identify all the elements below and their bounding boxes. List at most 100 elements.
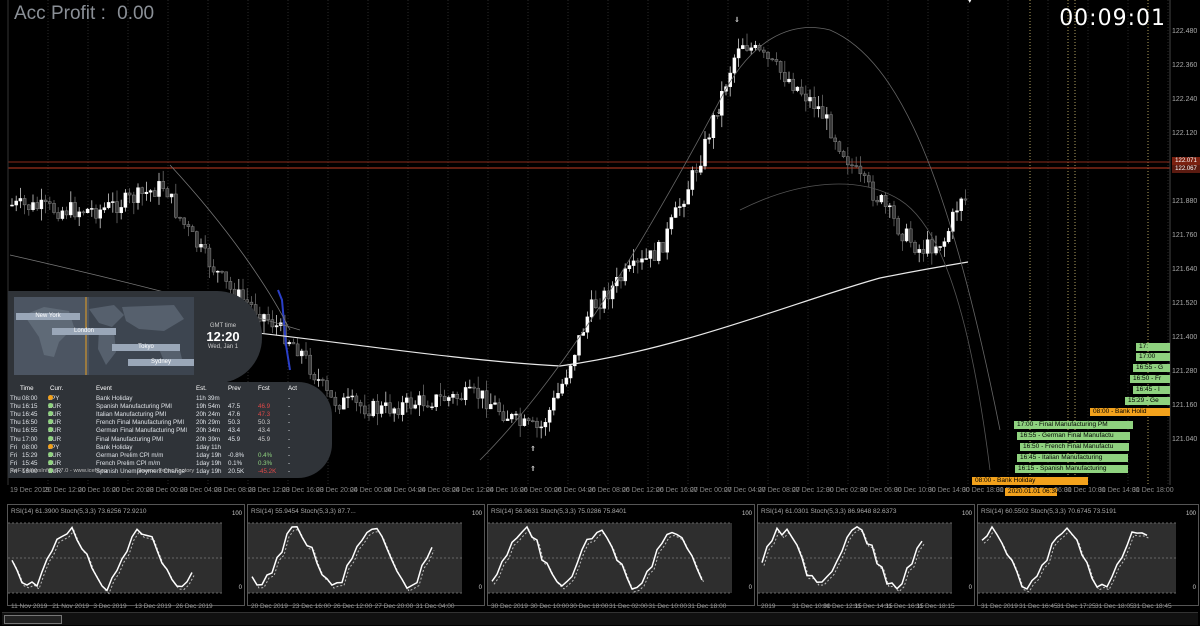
candle-body (774, 59, 779, 62)
candle-body (304, 350, 308, 356)
news-event-badge[interactable]: 16:50 - Fr (1130, 375, 1170, 383)
candle-body (274, 325, 279, 328)
scrollbar-thumb[interactable] (4, 615, 62, 624)
fractal-down-arrow-icon: ⇓ (716, 109, 722, 116)
candle-body (594, 299, 598, 309)
candle-body (144, 191, 149, 194)
subpane-date-label: 30 Dec 2019 (491, 603, 528, 610)
subpane-date-label: 31 Dec 02:00 (609, 603, 648, 610)
candle-body (426, 405, 430, 408)
indicator-level-label: 100 (961, 511, 972, 517)
news-day: Thu (10, 427, 21, 435)
candle-body (430, 406, 434, 409)
news-est: 19h 54m (196, 403, 221, 411)
candle-body (741, 45, 745, 49)
candle-body (27, 204, 31, 210)
candle-body (39, 199, 44, 210)
candle-body (736, 48, 741, 59)
news-table-row[interactable]: Thu 17:00 Final Manufacturing PMI 20h 39m 45… (8, 435, 308, 444)
candle-body (921, 249, 926, 254)
news-event: Bank Holiday (96, 395, 133, 402)
candle-body (442, 395, 447, 401)
subpane-date-label: 31 Dec 04:00 (415, 603, 455, 610)
news-prev: 50.3 (228, 419, 241, 427)
candle-body (153, 190, 157, 197)
news-table-row[interactable]: Thu 16:15 Spanish Manufacturing PMI 19h 54m… (8, 403, 308, 411)
candle-body (661, 241, 665, 253)
candle-body (22, 198, 27, 206)
news-event-badge[interactable]: 16:15 - Spanish Manufacturing (1015, 465, 1128, 473)
news-table-row[interactable]: Fri 15:29 German Prelim CPI m/m 1day 19h -0.… (8, 451, 308, 460)
stochastic-svg (978, 522, 1176, 594)
candle-body (115, 201, 119, 214)
candle-body (379, 405, 384, 414)
news-table-row[interactable]: Fri 15:45 French Prelim CPI m/m 1day 19h 0.1… (8, 459, 308, 468)
indicator-subpane[interactable]: RSI(14) 55.9454 Stoch(5,3,3) 87.7... 100 0… (247, 504, 485, 610)
col-time: Time (20, 385, 34, 392)
subpane-date-label: 30 Dec 10:00 (530, 603, 569, 610)
candle-body (543, 422, 548, 428)
scroll-marker-icon[interactable]: ▾ (968, 0, 972, 5)
indicator-label: RSI(14) 61.3900 Stoch(5,3,3) 73.6256 72.… (11, 508, 147, 515)
news-est: 20h 34m (196, 427, 221, 435)
horizontal-scrollbar[interactable] (2, 612, 1198, 625)
news-event-badge[interactable]: 17:00 (1136, 353, 1170, 361)
indicator-level-label: 0 (478, 585, 482, 591)
news-event-badge[interactable]: 17: (1136, 343, 1170, 351)
candle-body (795, 86, 800, 91)
news-prev: 47.6 (228, 411, 241, 419)
candle-body (421, 395, 426, 407)
news-table-row[interactable]: Thu 08:00 Bank Holiday 11h 39m - JPY (8, 395, 308, 403)
news-event: Final Manufacturing PMI (96, 435, 164, 443)
news-prev: 0.1% (228, 459, 243, 467)
news-event-badge[interactable]: 16:55 - G (1133, 364, 1170, 372)
indicator-subpane[interactable]: RSI(14) 56.9631 Stoch(5,3,3) 75.0286 75.… (487, 504, 755, 610)
news-event-badge[interactable]: 16:50 - French Final Manufactu (1020, 443, 1129, 451)
candle-body (732, 57, 737, 74)
candle-body (951, 211, 955, 232)
indicator-subpane[interactable]: RSI(14) 61.0301 Stoch(5,3,3) 86.9648 82.… (757, 504, 975, 610)
candle-body (321, 379, 325, 381)
indicator-subpane[interactable]: RSI(14) 60.5502 Stoch(5,3,3) 70.6745 73.… (977, 504, 1199, 610)
news-event-badge[interactable]: 16:45 - I (1133, 386, 1170, 394)
news-event-badge[interactable]: 08:00 - Bank Holiday (972, 477, 1088, 485)
news-table-row[interactable]: Thu 16:45 Italian Manufacturing PMI 20h 24m… (8, 411, 308, 419)
news-event-badge[interactable]: 2020.01.01 06:30 (1005, 488, 1057, 496)
news-event: French Final Manufacturing PMI (96, 419, 185, 427)
candle-body (799, 86, 804, 95)
news-table-row[interactable]: Fri 08:00 Bank Holiday 1day 11h - JPY (8, 443, 308, 452)
candle-body (77, 211, 81, 218)
candle-body (388, 402, 392, 414)
news-est: 20h 29m (196, 419, 221, 427)
news-fcst: 0.4% (258, 451, 273, 459)
news-table-row[interactable]: Thu 16:50 French Final Manufacturing PMI 20… (8, 419, 308, 427)
candle-body (925, 239, 930, 254)
candle-body (56, 212, 60, 219)
news-event-badge[interactable]: 08:00 - Bank Holid (1090, 408, 1170, 416)
candle-body (228, 281, 233, 290)
news-event-badge[interactable]: 16:55 - German Final Manufactu (1017, 432, 1130, 440)
candle-body (934, 246, 938, 254)
currency-dot-icon (48, 443, 53, 449)
subpane-date-label: 27 Dec 20:00 (374, 603, 414, 610)
candle-body (749, 47, 753, 51)
news-event-badge[interactable]: 15:29 - Ge (1125, 397, 1170, 405)
candle-body (900, 233, 905, 242)
news-event-badge[interactable]: 17:00 - Final Manufacturing PM (1014, 421, 1133, 429)
candle-body (308, 354, 312, 375)
indicator-label: RSI(14) 56.9631 Stoch(5,3,3) 75.0286 75.… (491, 508, 627, 515)
indicator-subpane[interactable]: RSI(14) 61.3900 Stoch(5,3,3) 73.6256 72.… (7, 504, 245, 610)
candle-body (396, 408, 401, 415)
news-event-badge[interactable]: 16:45 - Italian Manufacturing (1017, 454, 1128, 462)
price-axis-label: 122.480 (1172, 28, 1198, 35)
news-currency: EUR (48, 403, 62, 411)
candle-body (690, 170, 695, 190)
news-act: - (288, 459, 291, 467)
candle-body (190, 226, 195, 232)
news-time: 16:50 (22, 419, 38, 427)
indicator-level-label: 100 (741, 511, 752, 517)
news-table-row[interactable]: Thu 16:55 German Final Manufacturing PMI 20… (8, 427, 308, 435)
news-footer-left[interactable]: IceFX NewsInfo v1.7.0 - www.icefx.eu (10, 468, 107, 474)
news-act: - (288, 443, 291, 451)
candle-body (787, 78, 791, 83)
